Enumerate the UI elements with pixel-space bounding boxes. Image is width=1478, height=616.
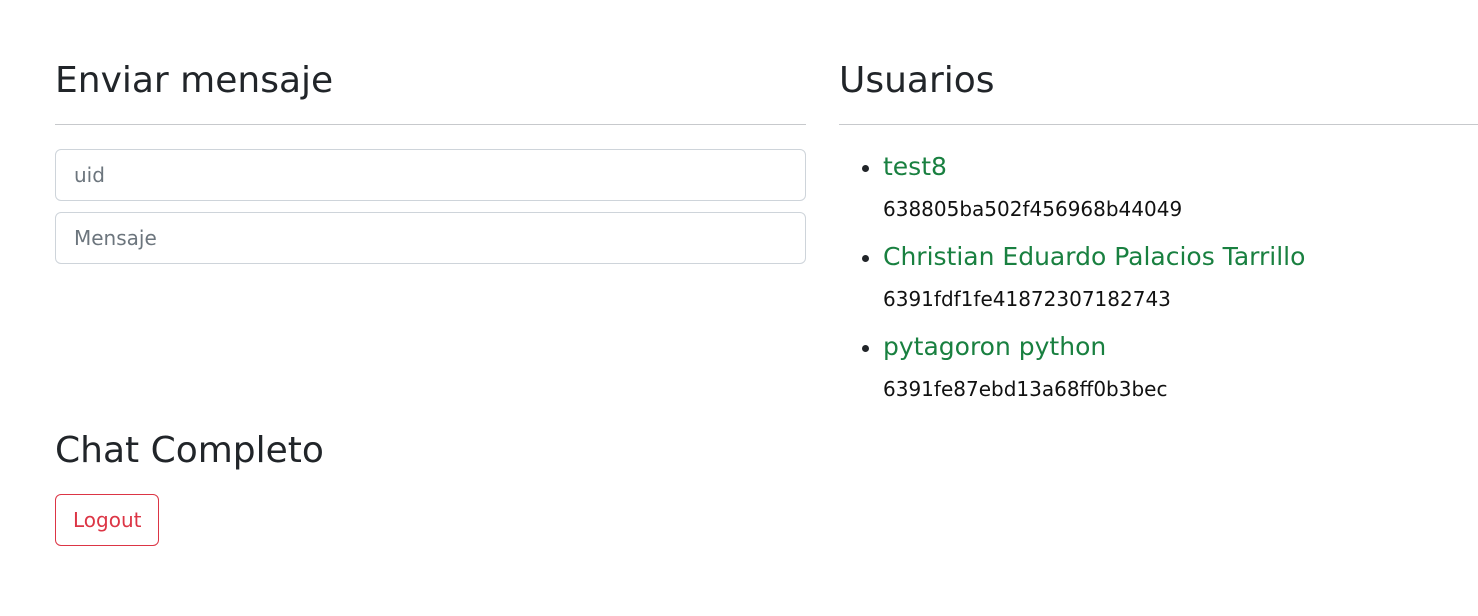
users-title: Usuarios <box>839 60 995 101</box>
list-item: pytagoron python 6391fe87ebd13a68ff0b3be… <box>883 330 1478 404</box>
list-item: test8 638805ba502f456968b44049 <box>883 150 1478 224</box>
user-name: test8 <box>883 152 947 181</box>
chat-title: Chat Completo <box>55 430 324 471</box>
users-divider <box>839 124 1478 125</box>
user-id: 6391fdf1fe41872307182743 <box>883 287 1171 311</box>
user-id: 638805ba502f456968b44049 <box>883 197 1183 221</box>
user-name: Christian Eduardo Palacios Tarrillo <box>883 242 1306 271</box>
list-item: Christian Eduardo Palacios Tarrillo 6391… <box>883 240 1478 314</box>
logout-button[interactable]: Logout <box>55 494 160 546</box>
user-list: test8 638805ba502f456968b44049 Christian… <box>839 150 1478 420</box>
page: Enviar mensaje Chat Completo Logout Usua… <box>0 0 1478 616</box>
message-input[interactable] <box>55 212 806 264</box>
send-message-title: Enviar mensaje <box>55 60 334 101</box>
send-divider <box>55 124 806 125</box>
user-name: pytagoron python <box>883 332 1107 361</box>
user-id: 6391fe87ebd13a68ff0b3bec <box>883 377 1168 401</box>
uid-input[interactable] <box>55 149 806 201</box>
